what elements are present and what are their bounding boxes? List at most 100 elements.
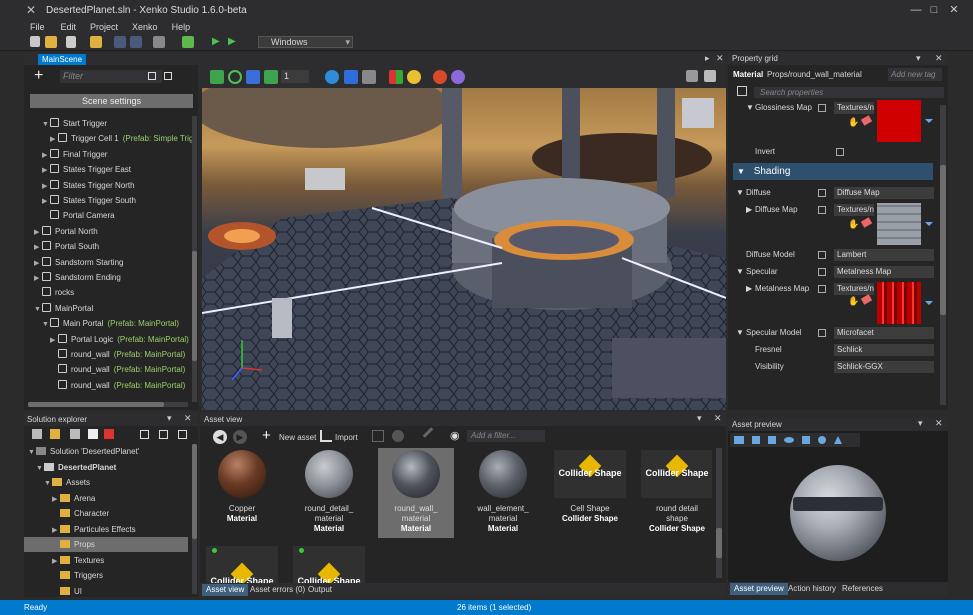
arrow-down-icon[interactable]: ▼ [28,445,36,460]
specular-model-select[interactable]: Microfacet [834,327,934,339]
grid-size-field[interactable]: 1 [281,70,309,83]
redo-icon[interactable] [130,36,142,48]
new-project-icon[interactable] [32,429,42,439]
scene-tree-item[interactable]: ▶ Trigger Cell 1 (Prefab: Simple Trigg [24,131,192,146]
scene-tree-item[interactable]: ▶ Portal Logic (Prefab: MainPortal) [24,332,189,347]
snap-icon[interactable] [264,70,278,84]
shading-section[interactable]: ▼ Shading [733,163,933,180]
local-space-icon[interactable] [344,70,358,84]
settings-icon[interactable] [88,429,98,439]
solution-scrollbar[interactable] [192,444,197,594]
world-space-icon[interactable] [325,70,339,84]
metalness-map-checkbox[interactable] [818,285,826,293]
material-preview-icon[interactable] [433,70,447,84]
lighting-icon[interactable] [407,70,421,84]
chevron-down-icon[interactable] [925,119,933,123]
close-panel-icon[interactable]: ✕ [714,413,722,424]
glossiness-checkbox[interactable] [818,104,826,112]
tab-output[interactable]: Output [304,584,336,596]
arrow-down-icon[interactable]: ▼ [42,117,50,132]
pin-icon[interactable]: ▾ [697,413,702,424]
solution-tree-item[interactable]: Character [24,506,188,521]
scene-tree-item[interactable]: ▶ Portal North [24,224,102,239]
plus-icon[interactable]: + [262,428,271,444]
specular-model-checkbox[interactable] [818,329,826,337]
gizmo-settings-icon[interactable] [686,70,698,82]
fresnel-select[interactable]: Schlick [834,344,934,356]
chevron-down-icon[interactable] [925,222,933,226]
tab-references[interactable]: References [838,583,887,595]
chevron-down-icon[interactable] [925,301,933,305]
scene-tree-item[interactable]: ▼ Start Trigger [24,116,111,131]
arrow-down-icon[interactable]: ▼ [736,263,744,280]
close-tab-icon[interactable]: ✕ [716,53,724,64]
close-panel-icon[interactable]: ✕ [184,413,192,424]
rotate-icon[interactable] [228,70,242,84]
scene-tree-item[interactable]: Portal Camera [24,208,119,223]
arrow-right-icon[interactable]: ▶ [42,179,50,194]
arrow-down-icon[interactable]: ▼ [34,302,42,317]
arrow-down-icon[interactable]: ▼ [36,461,44,476]
scene-scrollbar[interactable] [192,116,197,402]
pin-icon[interactable]: ▾ [916,53,921,64]
translate-icon[interactable] [210,70,224,84]
menu-xenko[interactable]: Xenko [132,20,172,34]
hand-icon[interactable]: ✋ [848,296,859,307]
solution-tree-item[interactable]: UI [24,584,188,598]
pin-icon[interactable]: ▾ [918,418,923,429]
build-icon[interactable] [153,36,165,48]
arrow-down-icon[interactable]: ▼ [44,476,52,491]
asset-item[interactable]: wall_element_ material Material [465,448,541,538]
scene-tree-item[interactable]: ▼ Main Portal (Prefab: MainPortal) [24,316,179,331]
arrow-down-icon[interactable]: ▼ [42,317,50,332]
render-mode-icon[interactable] [389,70,403,84]
arrow-right-icon[interactable]: ▶ [746,280,752,297]
asset-item[interactable]: Collider Shape round detail shape Collider… [639,448,712,538]
tab-asset-view[interactable]: Asset view [202,584,249,596]
scene-tree-item[interactable]: ▶ States Trigger East [24,162,135,177]
arrow-down-icon[interactable]: ▼ [736,324,744,341]
arrow-right-icon[interactable]: ▶ [42,194,50,209]
solution-tree-item[interactable]: ▼ Assets [24,475,188,490]
eraser-icon[interactable] [860,115,873,126]
arrow-right-icon[interactable]: ▶ [34,271,42,286]
menu-help[interactable]: Help [172,20,203,34]
arrow-down-icon[interactable]: ▼ [736,184,744,201]
scene-filter-input[interactable]: Filter [60,70,162,83]
scene-viewport[interactable] [202,88,726,410]
asset-scrollbar[interactable] [716,448,722,578]
tab-asset-preview[interactable]: Asset preview [730,583,788,595]
tag-input[interactable]: Add new tag [888,68,942,81]
property-view-icon[interactable] [737,86,747,96]
preview-plane-icon[interactable] [802,436,810,444]
new-asset-button[interactable]: New asset [279,433,316,442]
add-entity-icon[interactable]: + [34,68,43,84]
diffuse-texture-field[interactable]: Textures/n [834,204,874,216]
diffuse-checkbox[interactable] [818,189,826,197]
specular-select[interactable]: Metalness Map [834,266,934,278]
diffuse-model-select[interactable]: Lambert [834,249,934,261]
preview-sphere[interactable] [790,465,886,561]
scene-tree-item[interactable]: ▶ Final Trigger [24,147,111,162]
sync-icon[interactable] [178,430,187,439]
arrow-right-icon[interactable]: ▶ [52,554,60,569]
preview-mode-icon[interactable] [734,436,744,444]
eye-icon[interactable]: ◉ [450,431,460,442]
scene-tree-item[interactable]: round_wall (Prefab: MainPortal) [24,378,185,393]
tab-asset-errors[interactable]: Asset errors (0) [246,584,309,596]
scene-hscrollbar[interactable] [28,402,188,407]
collapse-icon[interactable] [148,72,156,80]
preview-sphere-icon[interactable] [818,436,826,444]
scene-tree-item[interactable]: ▶ Sandstorm Ending [24,270,125,285]
build-project-icon[interactable] [182,36,194,48]
asset-item[interactable]: Copper Material [204,448,280,538]
solution-tree-item[interactable]: ▶ Textures [24,553,188,568]
scene-tree-item[interactable]: rocks [24,285,78,300]
arrow-right-icon[interactable]: ▶ [42,148,50,163]
new-icon[interactable] [30,36,40,47]
menu-project[interactable]: Project [90,20,132,34]
scale-icon[interactable] [246,70,260,84]
scene-tree-item[interactable]: round_wall (Prefab: MainPortal) [24,347,185,362]
grid-sphere-icon[interactable] [451,70,465,84]
scene-tree-item[interactable]: ▶ Portal South [24,239,103,254]
